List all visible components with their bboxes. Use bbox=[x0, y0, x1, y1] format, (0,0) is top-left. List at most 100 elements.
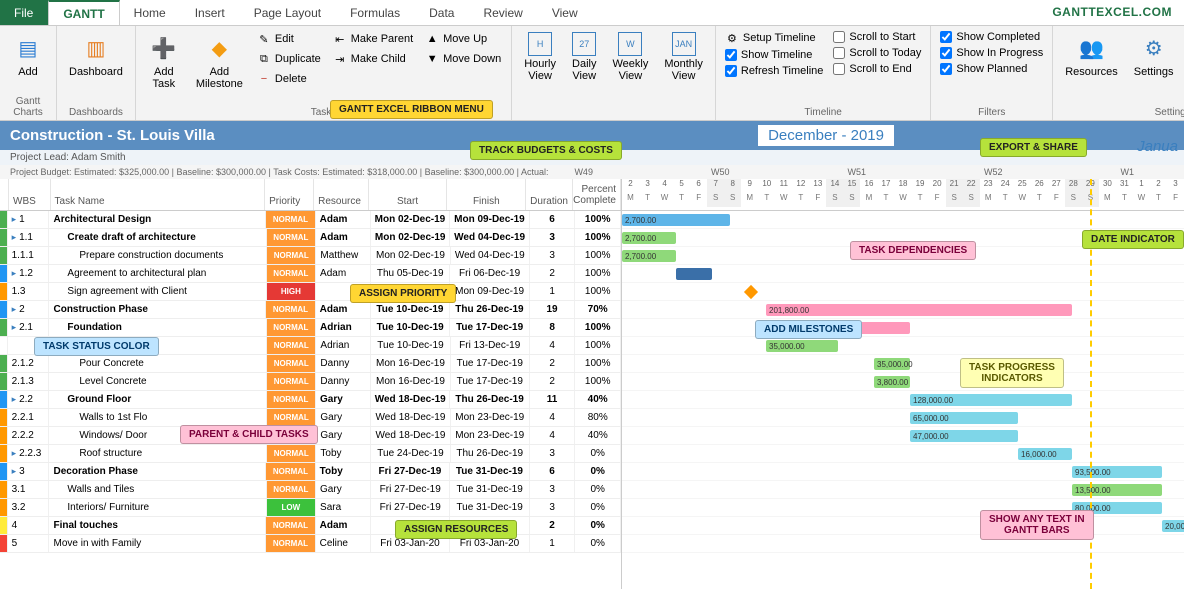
gantt-bar[interactable]: 3,800.00 bbox=[874, 376, 910, 388]
timeline-row: 47,000.00 bbox=[622, 427, 1184, 445]
timeline-row: 35,000.00 bbox=[622, 337, 1184, 355]
dashboard-button[interactable]: ▥Dashboard bbox=[63, 30, 129, 80]
table-row[interactable]: 3.1Walls and TilesNORMALGaryFri 27-Dec-1… bbox=[0, 481, 621, 499]
ribbon: ▤Add Gantt Charts ▥Dashboard Dashboards … bbox=[0, 26, 1184, 121]
edit-button[interactable]: ✎Edit bbox=[253, 30, 325, 48]
table-row[interactable]: ▸2Construction PhaseNORMALAdamTue 10-Dec… bbox=[0, 301, 621, 319]
gantt-bar[interactable]: 16,000.00 bbox=[1018, 448, 1072, 460]
bar-chart-icon: ▥ bbox=[80, 32, 112, 64]
milestone-diamond[interactable] bbox=[744, 285, 758, 299]
monthly-view-button[interactable]: JANMonthly View bbox=[658, 30, 709, 84]
show-inprogress-check[interactable]: Show In Progress bbox=[937, 46, 1046, 60]
table-row[interactable]: ▸3Decoration PhaseNORMALTobyFri 27-Dec-1… bbox=[0, 463, 621, 481]
table-row[interactable]: 2.1.2Pour ConcreteNORMALDannyMon 16-Dec-… bbox=[0, 355, 621, 373]
brand: GANTTEXCEL.COM bbox=[1040, 0, 1184, 25]
gantt-bar[interactable]: 35,000.00 bbox=[874, 358, 910, 370]
week-label: W1 bbox=[1121, 167, 1135, 177]
tab-review[interactable]: Review bbox=[469, 0, 537, 25]
indent-left-icon: ⇤ bbox=[333, 32, 347, 46]
make-child-button[interactable]: ⇥Make Child bbox=[329, 50, 417, 68]
tab-insert[interactable]: Insert bbox=[181, 0, 240, 25]
scroll-today-check[interactable]: Scroll to Today bbox=[830, 46, 924, 60]
timeline-row: 20,000.00 bbox=[622, 517, 1184, 535]
tab-page-layout[interactable]: Page Layout bbox=[240, 0, 336, 25]
show-timeline-check[interactable]: Show Timeline bbox=[722, 48, 827, 62]
gantt-bar[interactable]: 128,000.00 bbox=[910, 394, 1072, 406]
timeline-row: 73,800.00 bbox=[622, 319, 1184, 337]
daily-view-button[interactable]: 27Daily View bbox=[566, 30, 602, 84]
settings-button[interactable]: ⚙Settings bbox=[1128, 30, 1180, 86]
show-completed-check[interactable]: Show Completed bbox=[937, 30, 1046, 44]
gantt-bar[interactable]: 2,700.00 bbox=[622, 250, 676, 262]
gantt-bar[interactable]: 93,500.00 bbox=[1072, 466, 1162, 478]
setup-timeline-button[interactable]: ⚙Setup Timeline bbox=[722, 30, 827, 46]
callout-add-milestones: ADD MILESTONES bbox=[755, 320, 862, 339]
project-budget-line: Project Budget: Estimated: $325,000.00 |… bbox=[0, 165, 1184, 179]
week-label: W50 bbox=[711, 167, 730, 177]
table-row[interactable]: 5Move in with FamilyNORMALCelineFri 03-J… bbox=[0, 535, 621, 553]
show-planned-check[interactable]: Show Planned bbox=[937, 62, 1046, 76]
gantt-bar[interactable]: 65,000.00 bbox=[910, 412, 1018, 424]
minus-icon: − bbox=[257, 72, 271, 86]
add-chart-button[interactable]: ▤Add bbox=[6, 30, 50, 80]
copy-icon: ⧉ bbox=[257, 52, 271, 66]
gantt-bar[interactable]: 201,800.00 bbox=[766, 304, 1072, 316]
scroll-end-check[interactable]: Scroll to End bbox=[830, 62, 924, 76]
table-row[interactable]: ▸2.1FoundationNORMALAdrianTue 10-Dec-19T… bbox=[0, 319, 621, 337]
gantt-bar[interactable]: 20,000.00 bbox=[1162, 520, 1184, 532]
gantt-bar[interactable]: 47,000.00 bbox=[910, 430, 1018, 442]
table-row[interactable]: 1.3Sign agreement with ClientHIGH-19Mon … bbox=[0, 283, 621, 301]
refresh-timeline-check[interactable]: Refresh Timeline bbox=[722, 64, 827, 78]
tab-gantt[interactable]: GANTT bbox=[48, 0, 119, 25]
callout-export-share: EXPORT & SHARE bbox=[980, 138, 1087, 157]
table-row[interactable]: 1.1.1Prepare construction documentsNORMA… bbox=[0, 247, 621, 265]
gantt-bar[interactable]: 13,500.00 bbox=[1072, 484, 1162, 496]
scroll-start-check[interactable]: Scroll to Start bbox=[830, 30, 924, 44]
gantt-bar[interactable]: 35,000.00 bbox=[766, 340, 838, 352]
pencil-icon: ✎ bbox=[257, 32, 271, 46]
table-row[interactable]: 3.2Interiors/ FurnitureLOWSaraFri 27-Dec… bbox=[0, 499, 621, 517]
timeline-row: 80,000.00 bbox=[622, 499, 1184, 517]
task-table: WBS Task Name Priority Resource Start Fi… bbox=[0, 179, 622, 589]
arrow-down-icon: ▼ bbox=[425, 52, 439, 66]
table-row[interactable]: 2.1.3Level ConcreteNORMALDannyMon 16-Dec… bbox=[0, 373, 621, 391]
callout-task-status: TASK STATUS COLOR bbox=[34, 337, 159, 356]
week-label: W51 bbox=[847, 167, 866, 177]
gantt-bar[interactable]: 2,700.00 bbox=[622, 232, 676, 244]
move-up-button[interactable]: ▲Move Up bbox=[421, 30, 505, 48]
table-row[interactable]: ▸1.1Create draft of architectureNORMALAd… bbox=[0, 229, 621, 247]
add-task-button[interactable]: ➕Add Task bbox=[142, 30, 186, 92]
move-down-button[interactable]: ▼Move Down bbox=[421, 50, 505, 68]
table-row[interactable]: 4Final touchesNORMALAdam02-Jan-2020% bbox=[0, 517, 621, 535]
tab-data[interactable]: Data bbox=[415, 0, 469, 25]
tab-view[interactable]: View bbox=[538, 0, 593, 25]
table-row[interactable]: ▸2.2Ground FloorNORMALGaryWed 18-Dec-19T… bbox=[0, 391, 621, 409]
timeline-row bbox=[622, 265, 1184, 283]
table-row[interactable]: ▸1.2Agreement to architectural planNORMA… bbox=[0, 265, 621, 283]
gantt-bar[interactable]: 2,700.00 bbox=[622, 214, 730, 226]
timeline-row: 35,000.00 bbox=[622, 355, 1184, 373]
weekly-view-button[interactable]: WWeekly View bbox=[606, 30, 654, 84]
callout-task-progress: TASK PROGRESS INDICATORS bbox=[960, 358, 1064, 388]
timeline-row: 65,000.00 bbox=[622, 409, 1184, 427]
timeline-row: 16,000.00 bbox=[622, 445, 1184, 463]
resources-button[interactable]: 👥Resources bbox=[1059, 30, 1124, 86]
make-parent-button[interactable]: ⇤Make Parent bbox=[329, 30, 417, 48]
tab-formulas[interactable]: Formulas bbox=[336, 0, 415, 25]
callout-parent-child: PARENT & CHILD TASKS bbox=[180, 425, 318, 444]
tab-file[interactable]: File bbox=[0, 0, 48, 25]
duplicate-button[interactable]: ⧉Duplicate bbox=[253, 50, 325, 68]
gear-icon: ⚙ bbox=[1138, 32, 1170, 64]
gantt-bar[interactable] bbox=[676, 268, 712, 280]
callout-show-text: SHOW ANY TEXT IN GANTT BARS bbox=[980, 510, 1094, 540]
delete-button[interactable]: −Delete bbox=[253, 70, 325, 88]
calendar-icon: 27 bbox=[572, 32, 596, 56]
table-row[interactable]: ▸1Architectural DesignNORMALAdamMon 02-D… bbox=[0, 211, 621, 229]
hourly-view-button[interactable]: HHourly View bbox=[518, 30, 562, 84]
add-milestone-button[interactable]: ◆Add Milestone bbox=[190, 30, 249, 92]
tab-home[interactable]: Home bbox=[120, 0, 181, 25]
chart-icon: ▤ bbox=[12, 32, 44, 64]
timeline-row: 93,500.00 bbox=[622, 463, 1184, 481]
table-row[interactable]: ▸2.2.3Roof structureNORMALTobyTue 24-Dec… bbox=[0, 445, 621, 463]
timeline-row: 201,800.00 bbox=[622, 301, 1184, 319]
